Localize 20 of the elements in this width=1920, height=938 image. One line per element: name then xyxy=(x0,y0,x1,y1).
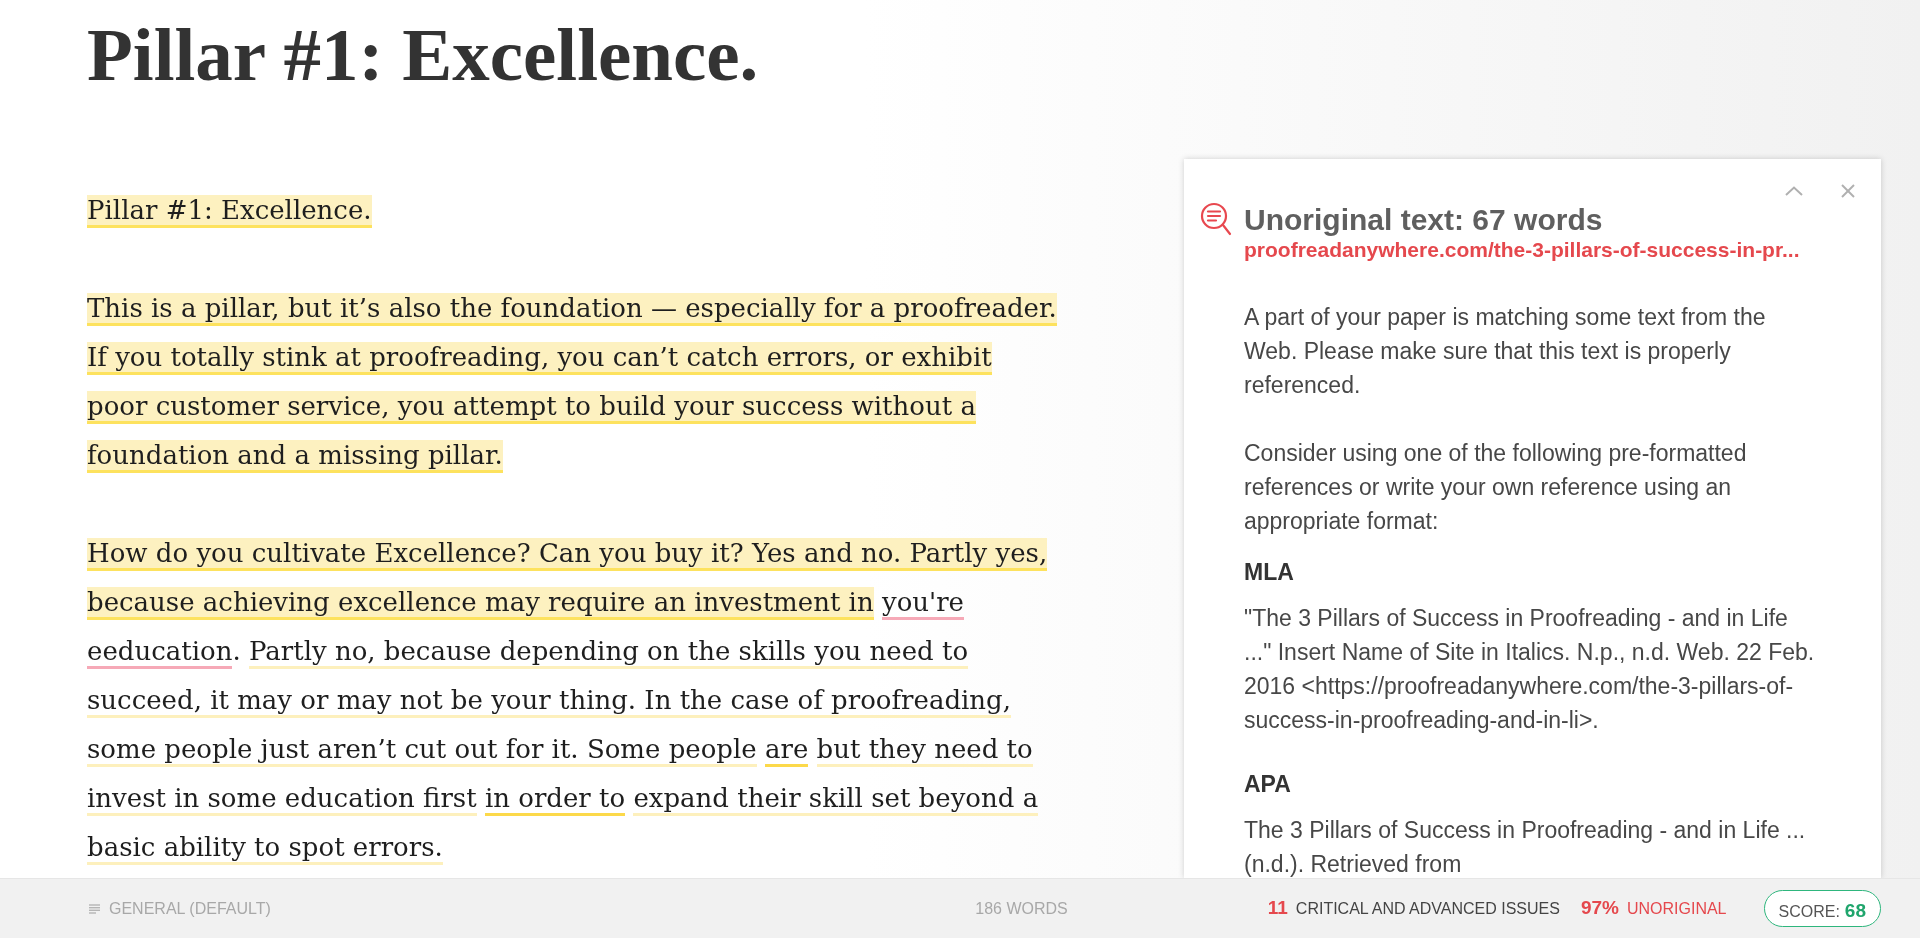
card-text: A part of your paper is matching some text from the Web. Please make sure that this text is properly referenced. xyxy=(1244,303,1767,400)
citation-text: "The 3 Pillars of Success in Proofreading - and in Life ..." Insert Name of Site in Italics. N.p., n.d. Web. 22 Feb. 2016 <https://proofreadanywhere.com/the-3-pillars-of-success-in-proofreading-and-in-li>. xyxy=(1244,604,1816,735)
unoriginal-button[interactable]: 97% UNORIGINAL xyxy=(1580,894,1727,923)
card-text: Consider using one of the following pre-formatted references or write your own reference using an appropriate format: xyxy=(1244,439,1748,536)
score-button[interactable]: SCORE: 68 xyxy=(1763,890,1881,927)
issues-button[interactable]: 11 CRITICAL AND ADVANCED ISSUES xyxy=(1267,894,1560,923)
magnifier-icon xyxy=(1200,202,1232,236)
citation-text: The 3 Pillars of Success in Proofreading - and in Life ... (n.d.). Retrieved from xyxy=(1244,816,1807,878)
word-count: 186 WORDS xyxy=(975,898,1068,919)
close-icon xyxy=(1841,184,1855,198)
document-paragraph: How do you cultivate Excellence? Can you buy it? Yes and no. Partly yes, because achieving excellence may require an investment in you're eeducation. Partly no, because depending on the skills you need to succeed, it may or may not be your thing. In the case of proofreading, some people just aren’t cut out for it. Some people are but they need to invest in some education first in order to expand their skill set beyond a basic ability to spot errors. xyxy=(87,529,1058,872)
goal-button[interactable]: GENERAL (DEFAULT) xyxy=(89,896,271,921)
citation-style-heading: MLA xyxy=(1244,558,1294,587)
document-title: Pillar #1: Excellence. xyxy=(87,12,759,98)
lines-icon xyxy=(89,903,100,914)
citation-style-heading: APA xyxy=(1244,770,1291,799)
source-link[interactable]: proofreadanywhere.com/the-3-pillars-of-success-in-pr... xyxy=(1244,238,1800,262)
chevron-up-icon xyxy=(1785,186,1803,196)
document-paragraph: Pillar #1: Excellence. xyxy=(87,186,1058,235)
card-title: Unoriginal text: 67 words xyxy=(1244,202,1603,238)
